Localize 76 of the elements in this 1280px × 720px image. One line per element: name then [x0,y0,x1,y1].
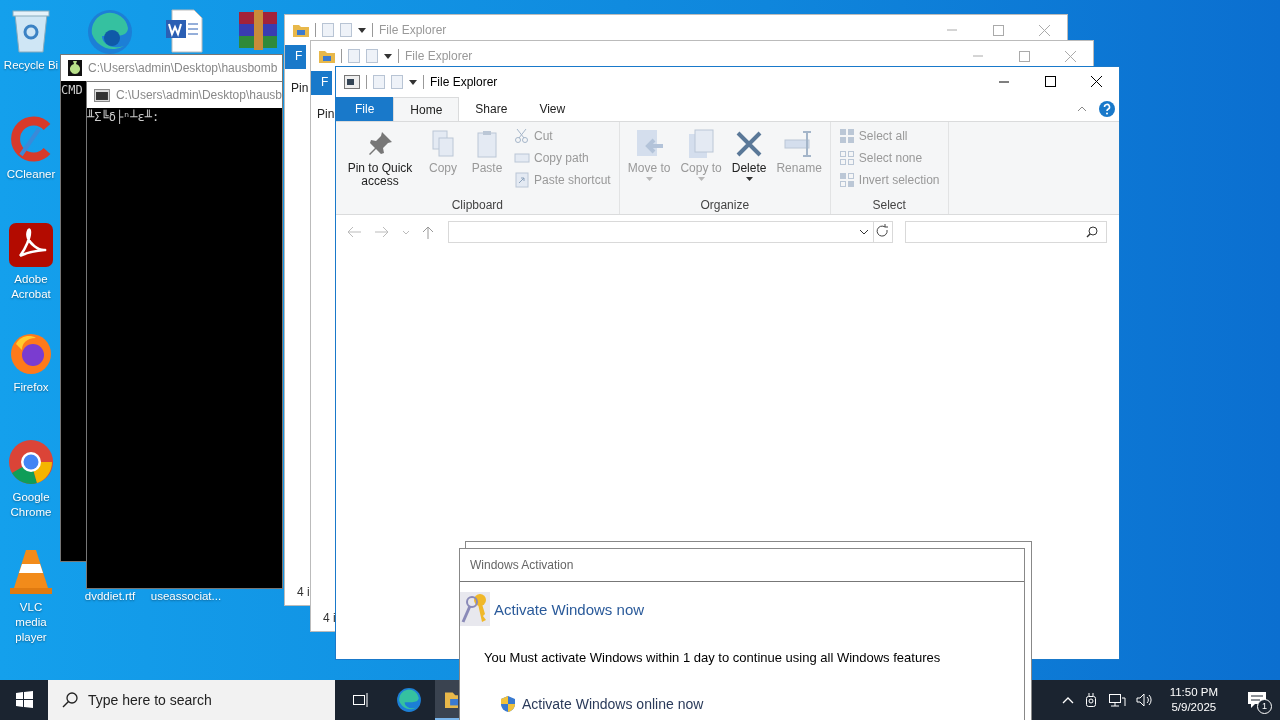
ribbon-button[interactable]: Delete [727,126,771,198]
forward-arrow-icon[interactable] [374,226,390,238]
search-field[interactable] [905,221,1107,243]
dialog-heading: Activate Windows now [494,600,645,618]
desktop-icon-label[interactable]: CCleaner [3,167,59,182]
back-arrow-icon[interactable] [346,226,362,238]
cut-off-tab[interactable]: F [311,71,333,95]
invert-selection-icon [838,172,855,188]
folder-icon [319,49,335,63]
edge-icon [396,687,422,713]
desktop-icon-label[interactable]: dvddiet.rtf [84,589,136,604]
acrobat-icon[interactable] [8,222,54,268]
network-icon[interactable] [1107,692,1126,708]
select-none-icon [838,150,855,166]
scissors-icon [514,128,530,144]
up-arrow-icon[interactable] [422,225,434,239]
help-icon[interactable] [1099,101,1115,117]
edge-icon[interactable] [86,8,134,56]
select-all-icon [838,128,855,144]
ribbon-tab[interactable]: Home [393,97,460,121]
clock[interactable]: 11:50 PM 5/9/2025 [1163,685,1224,715]
ribbon-command[interactable]: Pin [317,107,335,121]
dropdown-icon[interactable] [384,53,392,59]
usb-drive-icon[interactable] [1083,692,1098,708]
desktop-icon-label[interactable]: VLC media player [3,600,59,645]
window-title: C:\Users\admin\Desktop\hausb [115,88,282,102]
search-icon [62,692,78,708]
desktop-icon-label[interactable]: Recycle Bi [3,58,59,73]
window-title: C:\Users\admin\Desktop\hausbomb [88,61,278,75]
console-text: ╨Σ╚δ├ⁿ┴ε╨: [87,110,160,124]
dialog-title: Windows Activation [470,558,574,572]
dropdown-icon[interactable] [358,27,366,33]
money-bag-icon [68,60,82,76]
console-text: CMD [61,83,83,97]
dropdown-icon[interactable] [409,79,417,85]
copy-path-icon [514,150,530,166]
file-menu-tab[interactable]: File [336,97,394,121]
collapse-ribbon-icon[interactable] [1077,106,1087,112]
status-bar-text: 4 i [323,611,336,625]
ribbon-command[interactable]: Pin [291,81,309,95]
task-view-icon [352,692,370,708]
dropdown-icon[interactable] [859,229,869,235]
refresh-icon[interactable] [873,221,893,243]
ribbon-group-label: Select [871,198,907,212]
desktop-icon-label[interactable]: useassociat... [150,589,222,604]
desktop-icon-label[interactable]: Adobe Acrobat [3,272,59,302]
search-icon[interactable] [1086,226,1098,238]
ribbon-tab[interactable]: View [523,97,582,121]
ribbon-tab[interactable]: Share [459,97,524,121]
window-title: File Explorer [430,75,498,89]
chrome-icon[interactable] [7,438,55,486]
folder-icon [293,23,309,37]
dialog-message: You Must activate Windows within 1 day to continue using all Windows features [484,650,942,665]
folder-icon [445,690,458,708]
cut-off-tab[interactable]: F [285,45,307,69]
chevron-up-icon[interactable] [1061,696,1074,704]
ribbon-group-label: Organize [699,198,751,212]
recycle-bin-icon[interactable] [11,8,51,54]
keys-icon [460,592,490,626]
shortcut-icon [514,172,530,188]
desktop-icon-label[interactable]: Google Chrome [3,490,59,520]
speaker-icon[interactable] [1135,692,1154,708]
traffic-cone-icon[interactable] [8,548,54,596]
status-bar-text: 4 i [297,585,310,599]
ribbon-group-label: Clipboard [450,198,505,212]
window-title: File Explorer [405,49,473,63]
activate-online-link[interactable]: Activate Windows online now [522,696,704,712]
notification-count: 1 [1257,699,1272,714]
ribbon-button[interactable]: Pin to Quick access [340,126,420,198]
word-document-icon[interactable] [164,8,204,54]
console-icon [94,88,110,102]
window-title: File Explorer [379,23,447,37]
shield-icon [500,695,516,713]
search-field[interactable]: Type here to search [48,680,335,720]
desktop-icon-label[interactable]: Firefox [3,380,59,395]
recent-locations-icon[interactable] [402,229,410,235]
